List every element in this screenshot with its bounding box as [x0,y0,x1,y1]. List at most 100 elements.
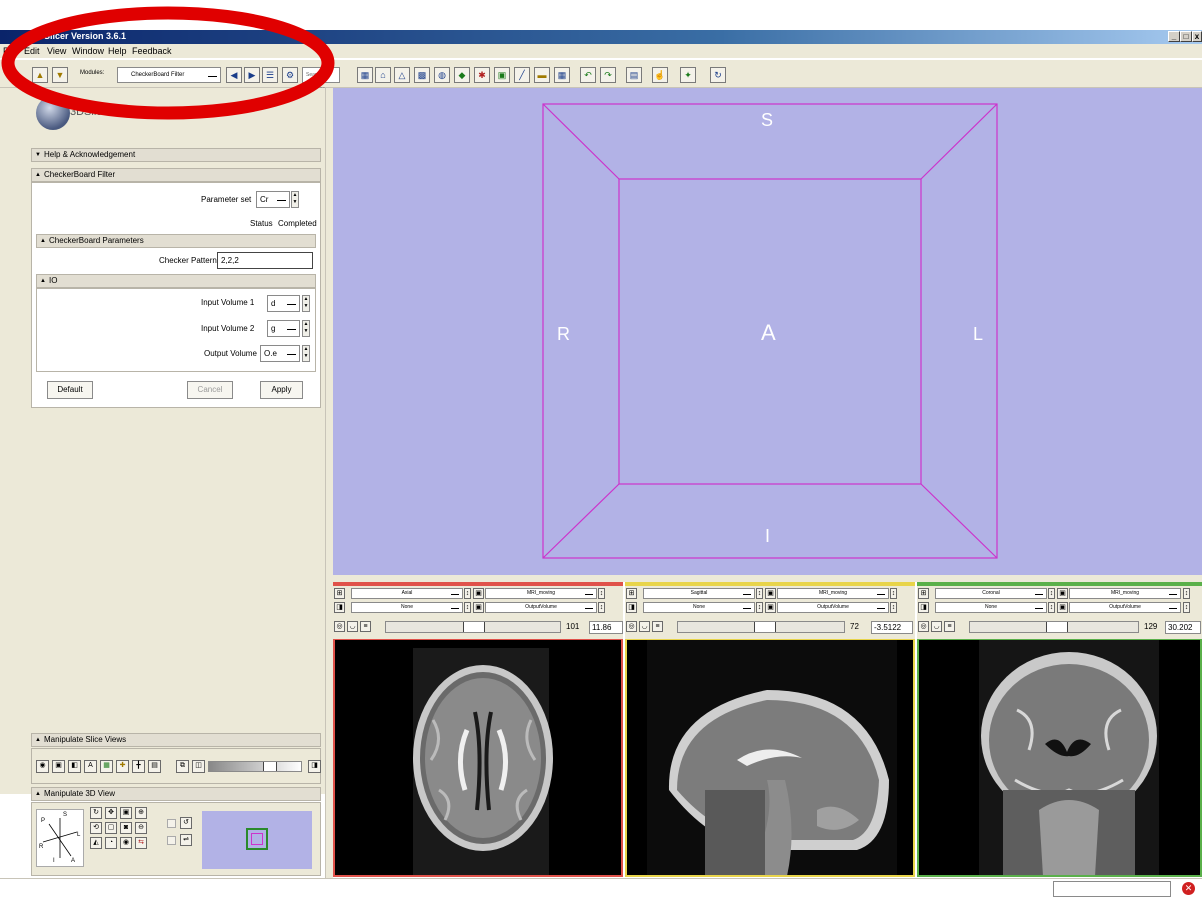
undo-icon[interactable]: ↶ [580,67,596,83]
input-volume-1-select[interactable]: d [267,295,300,312]
menu-help[interactable]: Help [108,46,127,56]
slider-thumb[interactable] [463,622,485,632]
label-volume-select[interactable]: None [935,602,1047,613]
cube-icon[interactable]: ▢ [105,822,117,834]
apply-button[interactable]: Apply [260,381,303,399]
section-manip-3d-header[interactable]: ▲ Manipulate 3D View [31,787,321,801]
fiducials-icon[interactable]: ✱ [474,67,490,83]
colors-icon[interactable]: ▣ [494,67,510,83]
foreground-volume-select[interactable]: MRI_moving [777,588,889,599]
link-slice-icon[interactable]: ◎ [918,621,929,632]
load-scene-icon[interactable]: ▲ [32,67,48,83]
foreground-layer-icon[interactable]: ▣ [765,588,776,599]
slice-spacing-icon[interactable]: ▤ [148,760,161,773]
zoom-in-icon[interactable]: ⊕ [135,807,147,819]
fit-slice-icon[interactable]: ≡ [652,621,663,632]
transform-icon[interactable]: △ [394,67,410,83]
orientation-spinner[interactable]: ↕ [1048,588,1055,599]
menu-feedback[interactable]: Feedback [132,46,172,56]
foreground-volume-select[interactable]: MRI_moving [485,588,597,599]
ruler-icon[interactable]: ▬ [534,67,550,83]
label-spinner[interactable]: ↕ [464,602,471,613]
grid-icon[interactable]: ╋ [132,760,145,773]
slice-orientation-select[interactable]: Coronal [935,588,1047,599]
slice-offset-slider[interactable] [385,621,561,633]
slice-view-axial[interactable] [333,639,623,877]
slice-offset-field[interactable]: 30.202 [1165,621,1201,634]
lightbox-icon[interactable]: ⧉ [176,760,189,773]
save-scene-icon[interactable]: ▼ [52,67,68,83]
link-slice-icon[interactable]: ◎ [626,621,637,632]
slice-offset-slider[interactable] [677,621,845,633]
slider-thumb[interactable] [1046,622,1068,632]
zoom-out-icon[interactable]: ⊖ [135,822,147,834]
default-button[interactable]: Default [47,381,93,399]
slice-orientation-select[interactable]: Axial [351,588,463,599]
parameter-set-spinner[interactable]: ▲ ▼ [291,191,299,208]
output-volume-spinner[interactable]: ▲ ▼ [302,345,310,362]
cancel-button[interactable]: Cancel [187,381,233,399]
label-layer-icon[interactable]: ◨ [626,602,637,613]
fg-spinner[interactable]: ↕ [890,588,897,599]
pan-icon[interactable]: ✥ [105,807,117,819]
grid-icon[interactable]: ▦ [554,67,570,83]
background-volume-select[interactable]: OutputVolume [1069,602,1181,613]
panel-splitter[interactable] [325,88,333,878]
fg-spinner[interactable]: ↕ [598,588,605,599]
camera-icon[interactable]: ◙ [120,822,132,834]
link-slice-icon[interactable]: ◎ [334,621,345,632]
fit-slice-icon[interactable]: ≡ [944,621,955,632]
composite-icon[interactable]: ◫ [192,760,205,773]
layout-conventional-icon[interactable]: ▦ [357,67,373,83]
3d-navigator-thumbnail[interactable] [202,811,312,869]
prev-module-icon[interactable]: ◀ [226,67,242,83]
background-volume-select[interactable]: OutputVolume [485,602,597,613]
visibility-eye-icon[interactable]: ◡ [639,621,650,632]
menu-view[interactable]: View [47,46,66,56]
foreground-layer-icon[interactable]: ▣ [1057,588,1068,599]
visibility-icon[interactable]: ◉ [120,837,132,849]
annotation-icon[interactable]: A [84,760,97,773]
output-volume-select[interactable]: O.e [260,345,300,362]
fov-icon[interactable]: ◉ [36,760,49,773]
menu-file[interactable]: File [3,46,18,56]
slice-menu-icon[interactable]: ⊞ [334,588,345,599]
foreground-icon[interactable]: ◧ [68,760,81,773]
slice-offset-field[interactable]: 11.86 [589,621,623,634]
label-volume-select[interactable]: None [643,602,755,613]
fade-slider[interactable] [208,761,302,772]
module-selector[interactable]: CheckerBoard Filter [117,67,221,83]
spin-icon[interactable]: ↺ [180,817,192,829]
home-icon[interactable]: ⌂ [375,67,391,83]
orientation-widget[interactable]: P S R L I A [36,809,84,867]
module-history-icon[interactable]: ☰ [262,67,278,83]
menu-edit[interactable]: Edit [24,46,40,56]
link-icon[interactable]: ◨ [308,760,321,773]
section-checkerboard-header[interactable]: ▲ CheckerBoard Filter [31,168,321,182]
redo-icon[interactable]: ↷ [600,67,616,83]
close-button[interactable]: x [1192,31,1202,42]
layout-icon[interactable]: ▤ [626,67,642,83]
slider-thumb[interactable] [754,622,776,632]
rock-icon[interactable]: ⇌ [180,834,192,846]
input-volume-2-select[interactable]: g [267,320,300,337]
editor-icon[interactable]: ◆ [454,67,470,83]
next-module-icon[interactable]: ▶ [244,67,260,83]
foreground-volume-select[interactable]: MRI_moving [1069,588,1181,599]
3d-view[interactable]: S I R L A [333,88,1202,575]
background-layer-icon[interactable]: ▣ [765,602,776,613]
section-parameters-header[interactable]: ▲ CheckerBoard Parameters [36,234,316,248]
checker-pattern-input[interactable]: 2,2,2 [217,252,313,269]
orientation-spinner[interactable]: ↕ [756,588,763,599]
models-icon[interactable]: ◍ [434,67,450,83]
visibility-eye-icon[interactable]: ◡ [347,621,358,632]
refresh-icon[interactable]: ↻ [710,67,726,83]
visibility-eye-icon[interactable]: ◡ [931,621,942,632]
input-volume-1-spinner[interactable]: ▲ ▼ [302,295,310,312]
fit-slice-icon[interactable]: ≡ [360,621,371,632]
place-icon[interactable]: ✦ [680,67,696,83]
slice-view-coronal[interactable] [917,639,1202,877]
error-log-icon[interactable]: ✕ [1182,882,1195,895]
slice-view-sagittal[interactable] [625,639,915,877]
screenshot-icon[interactable]: ▣ [120,807,132,819]
